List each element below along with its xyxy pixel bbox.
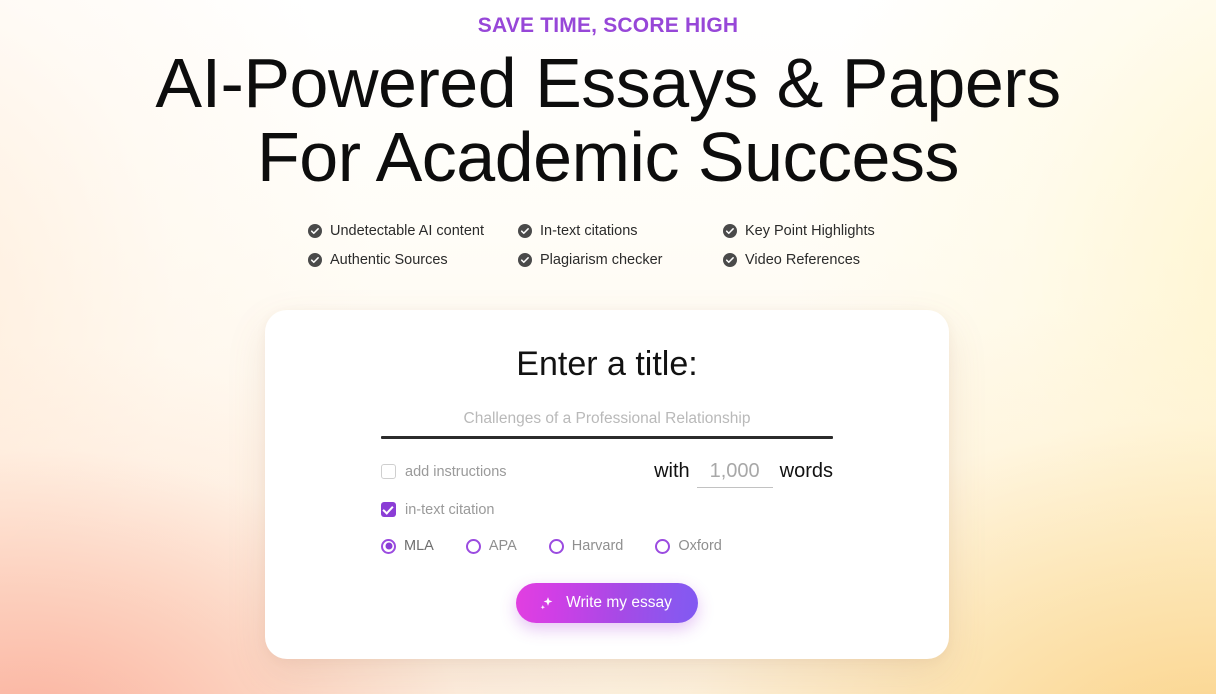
feature-item: Undetectable AI content [308,216,518,245]
title-field-group [381,409,833,439]
feature-label: Key Point Highlights [745,222,875,239]
radio-label: MLA [404,538,434,554]
options-group: add instructions with words in-text cita… [381,458,833,555]
radio-label: Oxford [678,538,722,554]
check-circle-icon [518,223,532,238]
word-count-prefix-label: with [654,460,690,482]
radio-selected-icon[interactable] [381,538,396,554]
form-heading: Enter a title: [516,345,698,383]
checkbox-unchecked-icon[interactable] [381,464,396,479]
checkbox-checked-icon[interactable] [381,502,396,517]
cta-label: Write my essay [566,594,672,611]
feature-item: Authentic Sources [308,245,518,274]
radio-label: Harvard [571,538,624,554]
headline-line-2: For Academic Success [257,118,959,196]
page-title: AI-Powered Essays & Papers For Academic … [0,38,1216,194]
feature-item: Video References [723,245,908,274]
cta-container: Write my essay [265,583,949,623]
radio-option-apa[interactable]: APA [465,537,517,555]
feature-label: Video References [745,251,861,268]
title-input-underline [381,436,833,439]
feature-list: Undetectable AI content In-text citation… [308,216,908,274]
word-count-input[interactable] [696,458,773,488]
feature-label: Plagiarism checker [540,251,663,268]
check-circle-icon [308,252,322,267]
radio-option-oxford[interactable]: Oxford [655,537,722,555]
radio-label: APA [488,538,517,554]
option-in-text-citation[interactable]: in-text citation [381,499,833,520]
word-count-group: with words [654,458,833,488]
feature-label: In-text citations [540,222,638,239]
radio-option-harvard[interactable]: Harvard [548,537,624,555]
citation-style-radio-group: MLA APA Harvard Oxford [381,537,833,555]
write-my-essay-button[interactable]: Write my essay [516,583,698,623]
radio-unselected-icon[interactable] [655,538,671,554]
radio-unselected-icon[interactable] [465,538,481,554]
check-circle-icon [518,252,532,267]
feature-label: Undetectable AI content [330,222,484,239]
option-label: in-text citation [405,501,495,518]
check-circle-icon [308,223,322,238]
hero-eyebrow: SAVE TIME, SCORE HIGH [477,14,739,37]
hero-section: SAVE TIME, SCORE HIGH AI-Powered Essays … [0,0,1216,694]
word-count-suffix-label: words [779,460,833,482]
headline-line-1: AI-Powered Essays & Papers [155,44,1061,122]
feature-label: Authentic Sources [330,251,448,268]
feature-item: Key Point Highlights [723,216,908,245]
radio-option-mla[interactable]: MLA [381,537,434,555]
check-circle-icon [723,252,737,267]
check-circle-icon [723,223,737,238]
feature-item: Plagiarism checker [518,245,723,274]
radio-unselected-icon[interactable] [548,538,564,554]
essay-form-card: Enter a title: add instructions with wor… [265,310,949,659]
sparkle-icon [538,595,555,612]
essay-title-input[interactable] [381,409,833,436]
option-label: add instructions [405,463,507,480]
feature-item: In-text citations [518,216,723,245]
